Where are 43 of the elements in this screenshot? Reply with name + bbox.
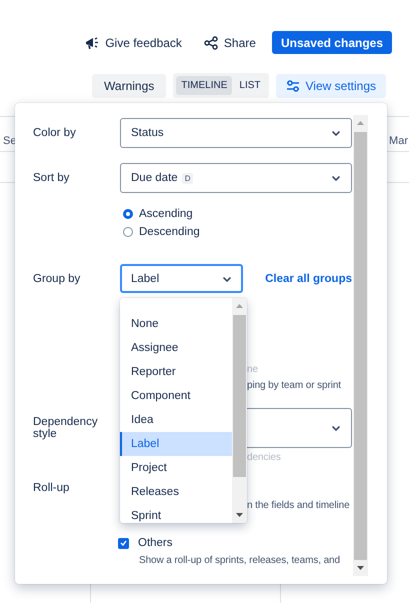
field-label: Group by <box>33 272 82 284</box>
sort-order-radio[interactable]: Descending <box>120 224 352 240</box>
hint-text: n the fields and timeline <box>247 499 350 513</box>
unsaved-changes-button[interactable]: Unsaved changes <box>272 31 392 54</box>
dropdown-option[interactable]: Sprint <box>120 504 232 523</box>
color-by-select[interactable]: Status <box>120 118 352 148</box>
view-tab[interactable]: TIMELINE <box>176 76 232 95</box>
dropdown-option[interactable]: Project <box>120 456 232 480</box>
dropdown-option[interactable]: Reporter <box>120 360 232 384</box>
share-button[interactable]: Share <box>198 31 262 54</box>
dropdown-option[interactable]: Label <box>120 432 232 456</box>
share-icon <box>204 36 218 50</box>
sort-order-radio[interactable]: Ascending <box>120 206 352 222</box>
view-settings-button[interactable]: View settings <box>276 74 386 98</box>
dropdown-option[interactable]: None <box>120 312 232 336</box>
group-by-select[interactable]: Label <box>120 264 244 293</box>
dropdown-option[interactable]: Releases <box>120 480 232 504</box>
dropdown-option[interactable]: Component <box>120 384 232 408</box>
view-tab[interactable]: LIST <box>234 76 266 95</box>
scrollbar[interactable] <box>232 298 247 523</box>
hint-text: ping by team or sprint <box>247 379 341 393</box>
checkmark-icon <box>120 540 127 546</box>
field-label: Sort by <box>33 172 70 184</box>
scrollbar[interactable] <box>353 115 368 576</box>
chevron-icon <box>331 423 341 433</box>
chevron-icon <box>331 173 341 183</box>
month-label: Mar <box>389 135 408 147</box>
sliders-icon <box>286 80 300 92</box>
hint-text: dencies <box>247 451 281 465</box>
clear-all-groups-link[interactable]: Clear all groups <box>265 272 352 284</box>
field-label: Color by <box>33 127 77 139</box>
sort-by-select[interactable]: Due date D <box>120 163 352 193</box>
warnings-button[interactable]: Warnings <box>92 74 166 98</box>
field-label: Roll-up <box>33 482 70 494</box>
dropdown-option[interactable]: Idea <box>120 408 232 432</box>
others-checkbox[interactable]: Others <box>120 534 352 552</box>
field-label: Dependency style <box>33 416 99 440</box>
megaphone-icon <box>85 36 100 50</box>
hint-text: ne <box>247 363 258 377</box>
chevron-icon <box>331 128 341 138</box>
option-description: Show a roll-up of sprints, releases, teams, and <box>138 555 341 566</box>
dropdown-option[interactable]: Assignee <box>120 336 232 360</box>
feedback-button[interactable]: Give feedback <box>79 31 188 54</box>
